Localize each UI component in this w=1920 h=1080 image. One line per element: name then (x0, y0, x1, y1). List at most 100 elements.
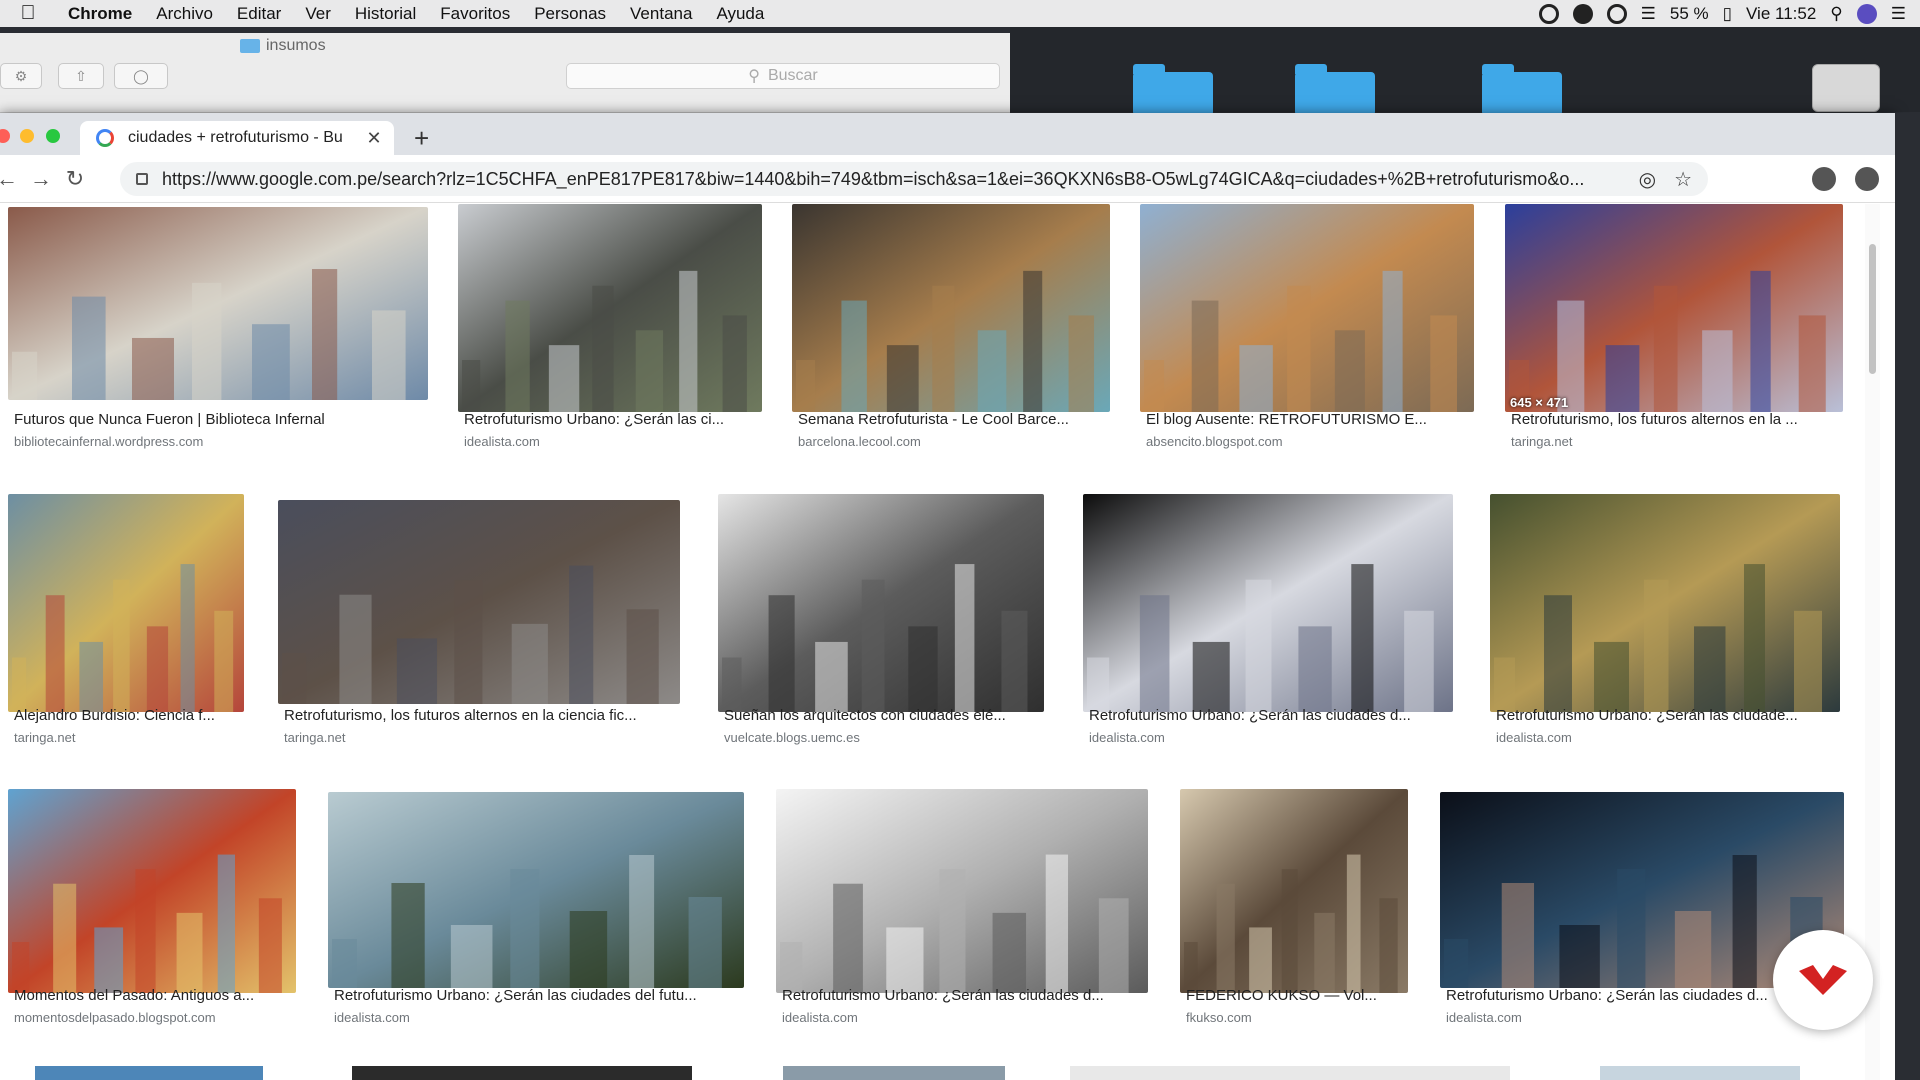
image-result-thumbnail[interactable] (1490, 494, 1840, 712)
wifi-icon[interactable]: ☰ (1641, 4, 1656, 24)
desktop-folder-icon[interactable] (1133, 64, 1213, 116)
new-tab-button[interactable]: + (414, 123, 429, 154)
image-result-thumbnail[interactable] (8, 494, 244, 712)
record-icon[interactable] (1538, 3, 1559, 24)
bookmark-star-icon[interactable]: ☆ (1674, 167, 1692, 192)
image-result-source[interactable]: idealista.com (464, 434, 540, 449)
image-result-title[interactable]: Retrofuturismo, los futuros alternos en … (1511, 411, 1798, 428)
floating-logo-button[interactable] (1773, 930, 1873, 1030)
image-result-thumbnail[interactable] (328, 792, 744, 988)
image-result-thumbnail[interactable] (1180, 789, 1408, 993)
image-result-source[interactable]: absencito.blogspot.com (1146, 434, 1283, 449)
image-result-thumbnail[interactable] (8, 207, 428, 400)
hard-disk-icon[interactable] (1812, 64, 1880, 112)
address-bar[interactable]: https://www.google.com.pe/search?rlz=1C5… (120, 162, 1708, 196)
thumbnail-image (1180, 789, 1408, 993)
menu-ayuda[interactable]: Ayuda (704, 4, 776, 24)
share-button[interactable]: ⇧ (58, 63, 104, 89)
battery-icon[interactable]: ▯ (1723, 4, 1732, 24)
menu-ver[interactable]: Ver (293, 4, 343, 24)
tag-button[interactable]: ◯ (114, 63, 168, 89)
profile-icon[interactable] (1812, 167, 1836, 191)
image-result-thumbnail[interactable] (776, 789, 1148, 993)
image-result-title[interactable]: Alejandro Burdisio: Ciencia f... (14, 707, 215, 724)
image-result-title[interactable]: Futuros que Nunca Fueron | Biblioteca In… (14, 411, 325, 428)
image-result-source[interactable]: fkukso.com (1186, 1010, 1252, 1025)
image-result-title[interactable]: Retrofuturismo Urbano: ¿Serán las ciudad… (1496, 707, 1798, 724)
image-result-title[interactable]: Retrofuturismo Urbano: ¿Serán las ciudad… (1446, 987, 1768, 1004)
image-result-source[interactable]: taringa.net (1511, 434, 1572, 449)
close-tab-icon[interactable]: ✕ (364, 128, 384, 149)
image-result-thumbnail[interactable] (783, 1066, 1005, 1080)
lock-icon[interactable] (136, 173, 148, 185)
image-result-source[interactable]: vuelcate.blogs.uemc.es (724, 730, 860, 745)
image-result-thumbnail[interactable] (458, 204, 762, 412)
notification-center-icon[interactable]: ☰ (1891, 4, 1906, 24)
zoom-window-icon[interactable] (46, 129, 60, 143)
tab-google-images[interactable]: ciudades + retrofuturismo - Bu ✕ (80, 121, 394, 155)
menu-app-name[interactable]: Chrome (56, 4, 144, 24)
image-result-title[interactable]: FEDERICO KUKSO — Vol... (1186, 987, 1377, 1004)
image-result-thumbnail[interactable] (1083, 494, 1453, 712)
image-result-source[interactable]: barcelona.lecool.com (798, 434, 921, 449)
creative-cloud-icon[interactable] (1606, 3, 1627, 24)
image-result-source[interactable]: bibliotecainfernal.wordpress.com (14, 434, 203, 449)
image-result-source[interactable]: idealista.com (1496, 730, 1572, 745)
close-window-icon[interactable] (0, 129, 10, 143)
minimize-window-icon[interactable] (20, 129, 34, 143)
image-result-source[interactable]: taringa.net (284, 730, 345, 745)
spotlight-icon[interactable]: ⚲ (1830, 4, 1842, 24)
image-result-source[interactable]: idealista.com (1446, 1010, 1522, 1025)
image-result-thumbnail[interactable] (8, 789, 296, 993)
siri-icon[interactable] (1856, 3, 1877, 24)
image-result-title[interactable]: El blog Ausente: RETROFUTURISMO E... (1146, 411, 1427, 428)
image-result-title[interactable]: Retrofuturismo Urbano: ¿Serán las ciudad… (782, 987, 1104, 1004)
image-result-title[interactable]: Semana Retrofuturista - Le Cool Barce... (798, 411, 1069, 428)
finder-search-field[interactable]: ⚲ Buscar (566, 63, 1000, 89)
clock[interactable]: Vie 11:52 (1746, 4, 1816, 24)
image-result-thumbnail[interactable]: 645 × 471 (1505, 204, 1843, 412)
back-icon[interactable]: ← (0, 166, 24, 192)
desktop-folder-icon[interactable] (1482, 64, 1562, 116)
image-result-title[interactable]: Sueñan los arquitectos con ciudades elé.… (724, 707, 1006, 724)
battery-percent[interactable]: 55 % (1670, 4, 1709, 24)
forward-icon[interactable]: → (24, 166, 58, 192)
menu-editar[interactable]: Editar (225, 4, 293, 24)
image-result-thumbnail[interactable] (352, 1066, 692, 1080)
image-result-thumbnail[interactable] (1140, 204, 1474, 412)
location-icon[interactable]: ◎ (1639, 167, 1656, 192)
image-result-source[interactable]: idealista.com (1089, 730, 1165, 745)
menu-archivo[interactable]: Archivo (144, 4, 225, 24)
image-result-thumbnail[interactable] (718, 494, 1044, 712)
image-result-title[interactable]: Retrofuturismo, los futuros alternos en … (284, 707, 637, 724)
skype-icon[interactable] (1572, 3, 1593, 24)
image-result-thumbnail[interactable] (1070, 1066, 1510, 1080)
image-result-source[interactable]: idealista.com (782, 1010, 858, 1025)
image-result-source[interactable]: taringa.net (14, 730, 75, 745)
finder-title: insumos (240, 37, 326, 55)
reload-icon[interactable]: ↻ (58, 166, 92, 192)
desktop-folder-icon[interactable] (1295, 64, 1375, 116)
address-url[interactable]: https://www.google.com.pe/search?rlz=1C5… (162, 169, 1621, 190)
thumbnail-image (1490, 494, 1840, 712)
extension-icon[interactable] (1855, 167, 1879, 191)
menu-personas[interactable]: Personas (522, 4, 618, 24)
scrollbar[interactable] (1865, 204, 1880, 1080)
image-result-thumbnail[interactable] (35, 1066, 263, 1080)
image-result-title[interactable]: Retrofuturismo Urbano: ¿Serán las ciudad… (1089, 707, 1411, 724)
image-result-title[interactable]: Momentos del Pasado: Antiguos a... (14, 987, 254, 1004)
image-result-source[interactable]: momentosdelpasado.blogspot.com (14, 1010, 216, 1025)
scrollbar-thumb[interactable] (1869, 244, 1876, 374)
image-result-thumbnail[interactable] (1600, 1066, 1800, 1080)
menu-ventana[interactable]: Ventana (618, 4, 704, 24)
image-result-source[interactable]: idealista.com (334, 1010, 410, 1025)
action-gear-button[interactable]: ⚙ (0, 63, 42, 89)
image-result-thumbnail[interactable] (792, 204, 1110, 412)
image-result-title[interactable]: Retrofuturismo Urbano: ¿Serán las ci... (464, 411, 724, 428)
image-result-thumbnail[interactable] (278, 500, 680, 704)
image-dimensions-label: 645 × 471 (1510, 395, 1569, 410)
apple-icon[interactable]:  (0, 2, 56, 25)
menu-favoritos[interactable]: Favoritos (428, 4, 522, 24)
menu-historial[interactable]: Historial (343, 4, 428, 24)
image-result-title[interactable]: Retrofuturismo Urbano: ¿Serán las ciudad… (334, 987, 697, 1004)
